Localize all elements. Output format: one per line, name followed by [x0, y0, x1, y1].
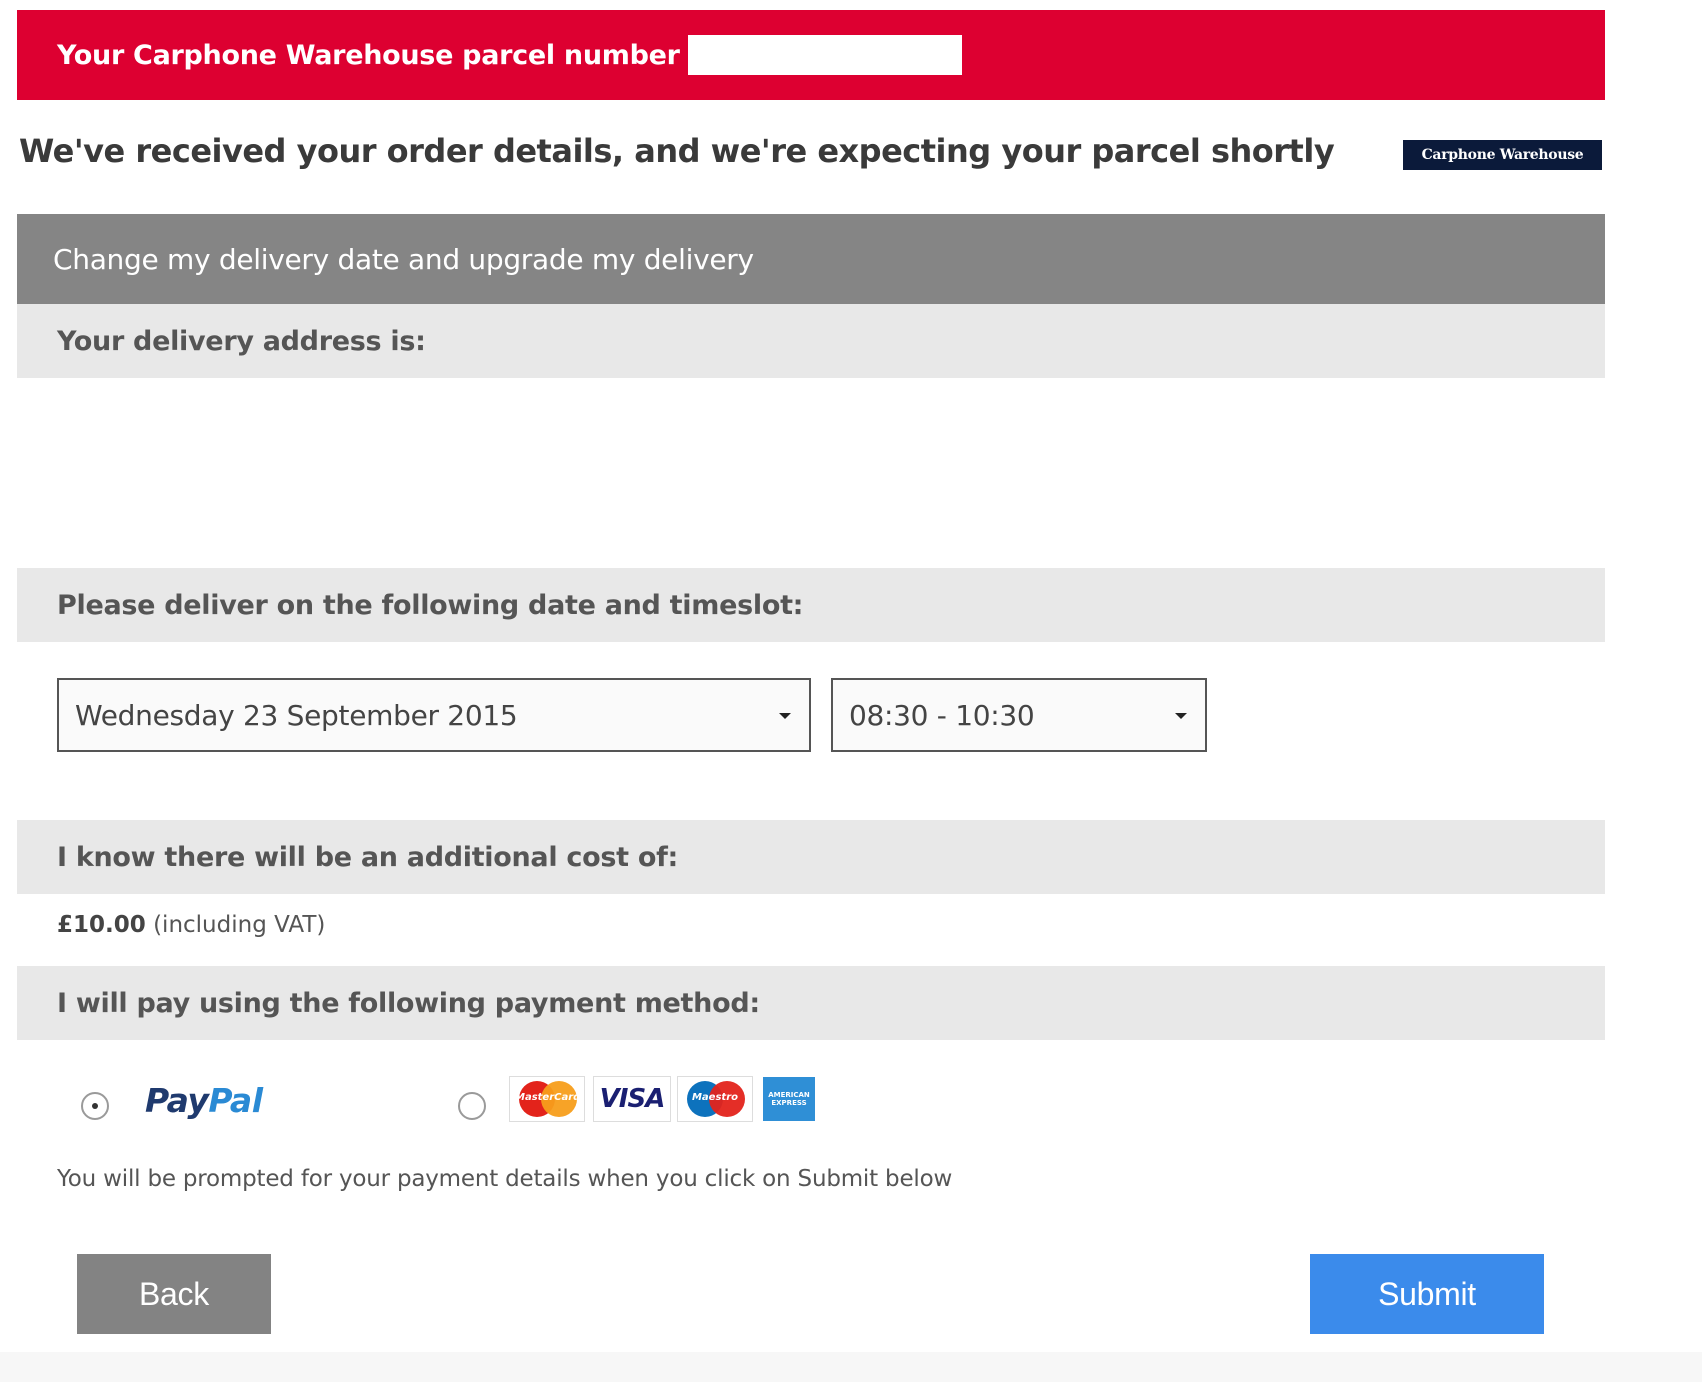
delivery-timeslot-select[interactable]: 08:30 - 10:30 — [831, 678, 1207, 752]
payment-prompt-text: You will be prompted for your payment de… — [57, 1166, 953, 1192]
back-button[interactable]: Back — [77, 1254, 271, 1334]
cost-amount: £10.00 — [57, 912, 146, 938]
delivery-date-select[interactable]: Wednesday 23 September 2015 — [57, 678, 811, 752]
paypal-logo[interactable]: PayPal — [145, 1081, 263, 1120]
amex-label: AMERICAN EXPRESS — [763, 1077, 815, 1121]
visa-icon: VISA — [593, 1076, 671, 1122]
paypal-radio[interactable] — [81, 1092, 109, 1120]
maestro-icon: Maestro — [677, 1076, 753, 1122]
card-radio[interactable] — [458, 1092, 486, 1120]
chevron-down-icon — [779, 713, 791, 719]
mastercard-label: MasterCard — [515, 1092, 581, 1103]
cost-section-header: I know there will be an additional cost … — [17, 820, 1605, 894]
amex-icon: AMERICAN EXPRESS — [761, 1076, 817, 1122]
address-area — [17, 378, 1605, 568]
parcel-number-label: Your Carphone Warehouse parcel number — [57, 39, 680, 71]
paypal-logo-pal: Pal — [208, 1081, 263, 1120]
carphone-warehouse-logo: Carphone Warehouse — [1403, 140, 1602, 170]
delivery-date-value: Wednesday 23 September 2015 — [75, 698, 518, 732]
additional-cost: £10.00 (including VAT) — [57, 912, 325, 938]
maestro-label: Maestro — [691, 1092, 738, 1103]
mastercard-icon: MasterCard — [509, 1076, 585, 1122]
date-section-header: Please deliver on the following date and… — [17, 568, 1605, 642]
payment-section-header: I will pay using the following payment m… — [17, 966, 1605, 1040]
chevron-down-icon — [1175, 713, 1187, 719]
radio-selected-dot — [92, 1103, 98, 1109]
page-title: We've received your order details, and w… — [19, 132, 1335, 170]
delivery-timeslot-value: 08:30 - 10:30 — [849, 698, 1035, 732]
change-delivery-header: Change my delivery date and upgrade my d… — [17, 214, 1605, 304]
visa-label: VISA — [599, 1084, 666, 1114]
footer-strip — [0, 1352, 1702, 1382]
parcel-number-redacted — [687, 35, 962, 75]
address-section-header: Your delivery address is: — [17, 304, 1605, 378]
parcel-banner: Your Carphone Warehouse parcel number — [17, 10, 1605, 100]
submit-button[interactable]: Submit — [1310, 1254, 1544, 1334]
page: { "banner": { "text": "Your Carphone War… — [0, 0, 1702, 1382]
paypal-logo-pay: Pay — [145, 1081, 209, 1120]
cost-note: (including VAT) — [153, 912, 326, 938]
